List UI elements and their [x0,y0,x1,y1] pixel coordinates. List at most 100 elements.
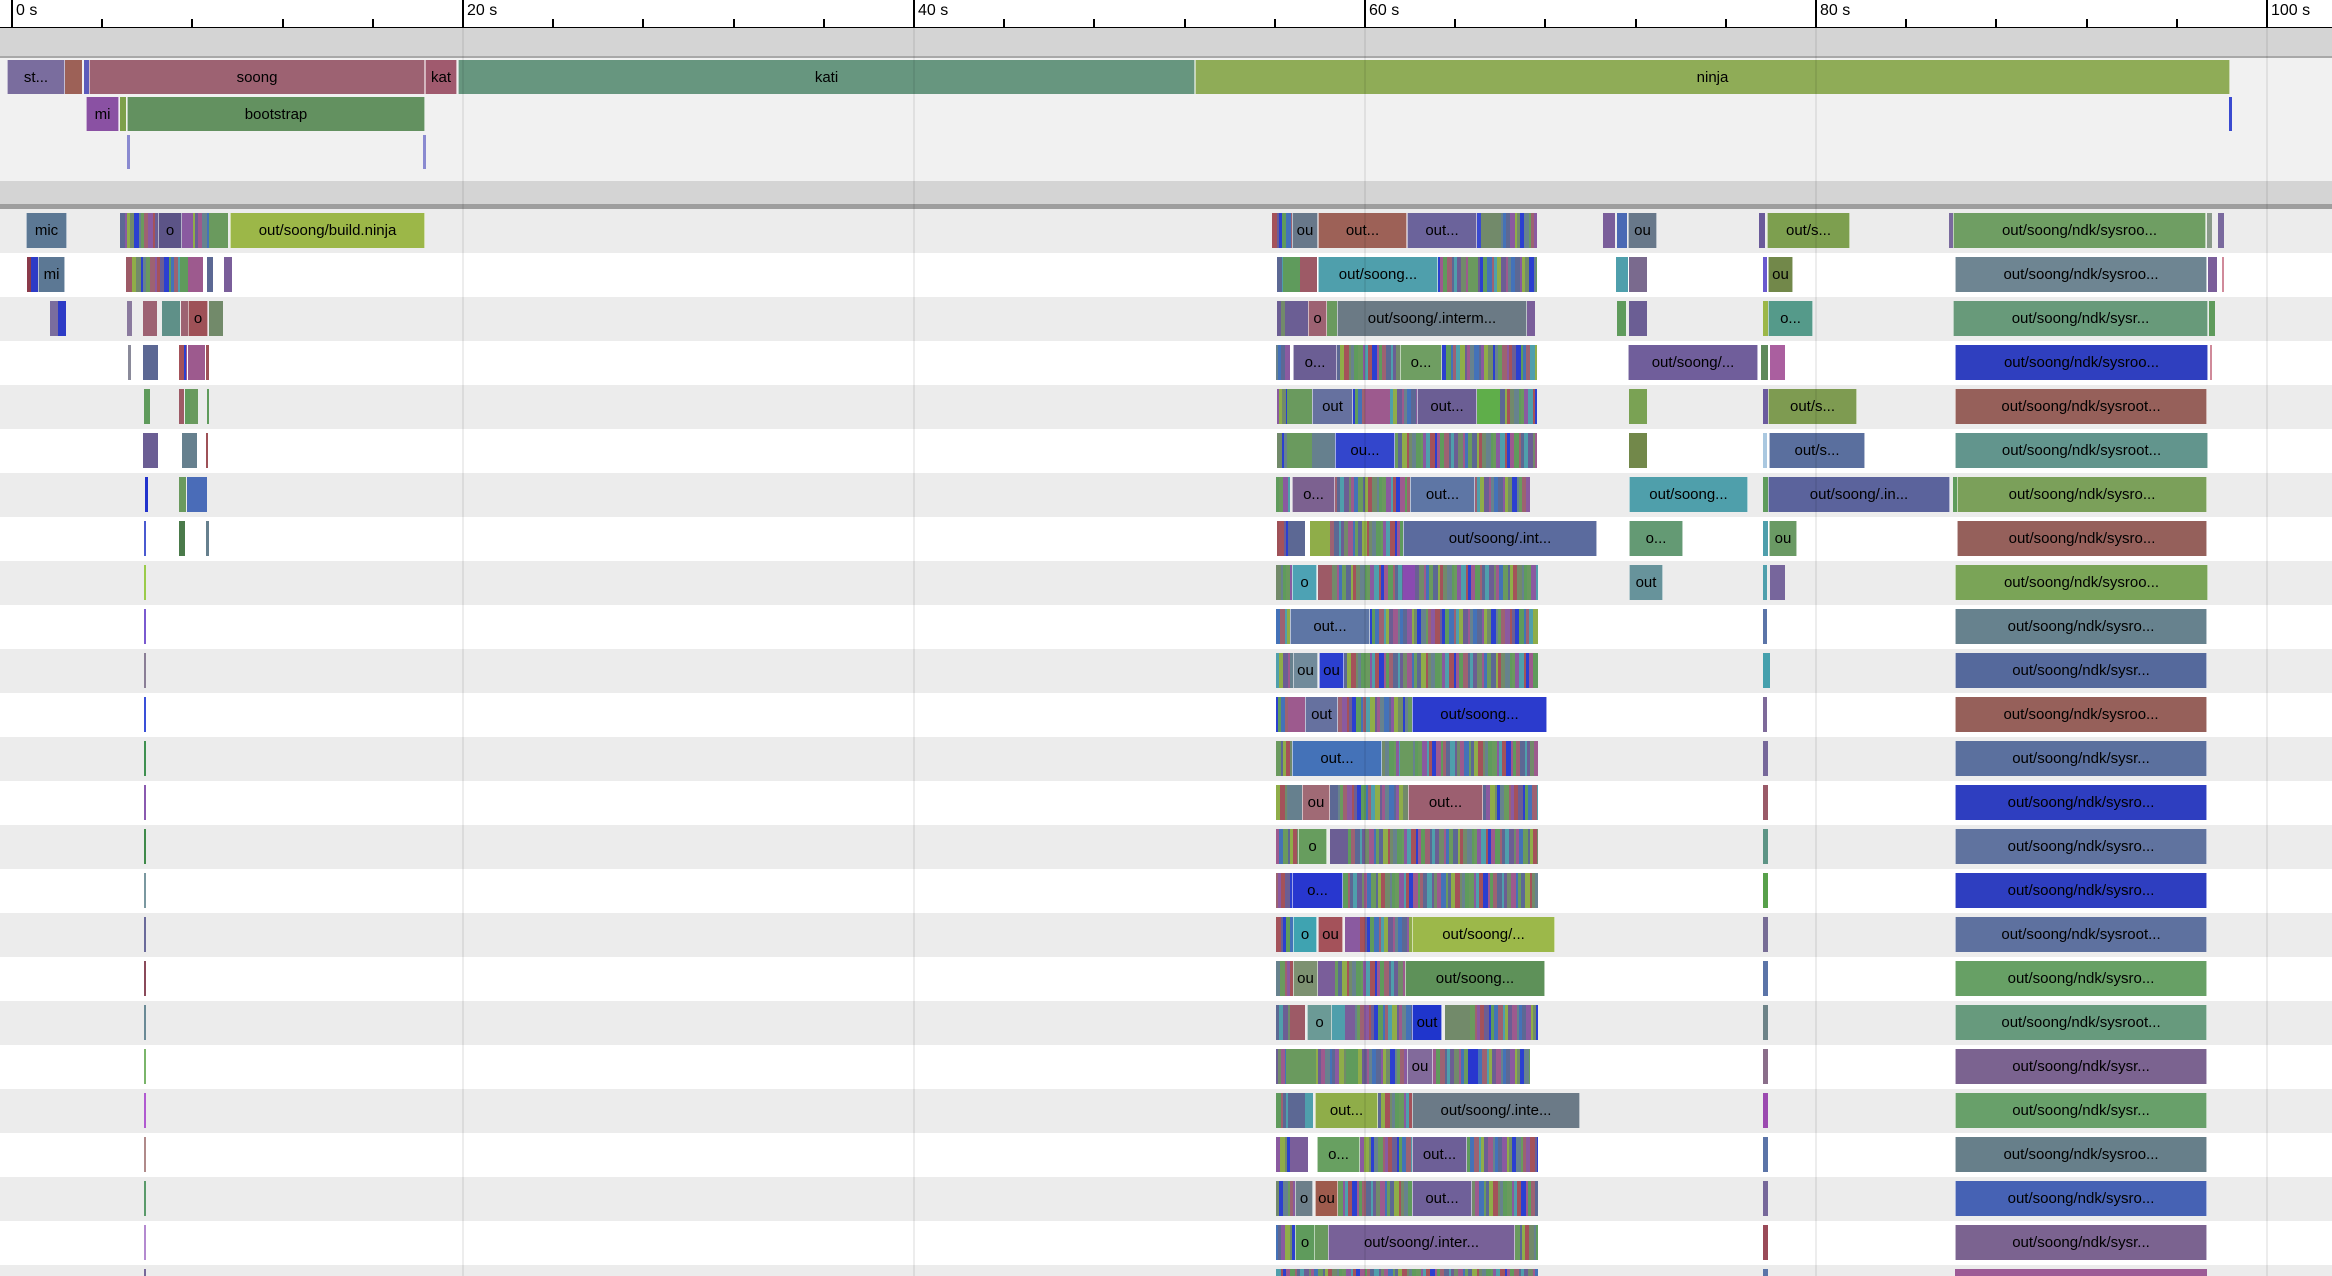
confetti-events[interactable] [1276,653,1293,688]
trace-event[interactable] [1617,301,1626,336]
confetti-events[interactable] [1277,301,1285,336]
trace-event[interactable] [144,961,146,996]
trace-event[interactable] [1312,433,1335,468]
trace-event[interactable] [179,521,185,556]
trace-event[interactable] [1763,609,1767,644]
confetti-events[interactable] [1276,1049,1286,1084]
trace-event[interactable]: out/soong/ndk/sysroo... [1953,213,2206,248]
confetti-events[interactable] [1501,213,1537,248]
trace-event[interactable] [1763,1137,1768,1172]
trace-event[interactable]: out/soong/ndk/sysro... [1955,785,2207,820]
trace-event[interactable]: ou [1407,1049,1433,1084]
trace-event[interactable] [1287,389,1312,424]
trace-event[interactable]: ou [1293,961,1318,996]
trace-event[interactable]: out/soong/ndk/sysr... [1953,301,2208,336]
trace-event[interactable] [1287,433,1312,468]
confetti-events[interactable] [1390,389,1417,424]
trace-event[interactable] [206,521,209,556]
trace-event[interactable]: out/soong/... [1628,345,1758,380]
trace-event[interactable] [1305,1093,1313,1128]
trace-event[interactable]: out/s... [1768,389,1857,424]
trace-event[interactable]: kat [425,60,457,94]
trace-event[interactable] [1285,301,1308,336]
trace-event[interactable]: out... [1417,389,1477,424]
trace-event[interactable] [1468,257,1478,292]
trace-event[interactable] [127,135,130,169]
confetti-events[interactable] [1276,873,1292,908]
trace-event[interactable] [144,1049,146,1084]
trace-event[interactable]: out/soong/ndk/sysroot... [1955,389,2207,424]
trace-event[interactable] [1290,1137,1308,1172]
trace-event[interactable] [144,1181,146,1216]
confetti-events[interactable] [193,213,209,248]
trace-event[interactable] [128,345,131,380]
trace-event[interactable]: out/soong/ndk/sysroo... [1955,345,2208,380]
trace-event[interactable]: out/soong/ndk/sysroot... [1955,917,2207,952]
trace-event[interactable] [209,213,228,248]
trace-event[interactable]: out/soong/ndk/sysro... [1955,609,2207,644]
trace-event[interactable] [144,1005,146,1040]
trace-event[interactable]: ou [1319,653,1344,688]
process-header-band-2[interactable] [0,181,2332,209]
trace-event[interactable]: out/soong/ndk/sysro... [1957,521,2207,556]
trace-event[interactable] [1629,433,1647,468]
trace-event[interactable] [1286,1049,1316,1084]
confetti-events[interactable] [1343,873,1538,908]
trace-event[interactable]: out... [1292,741,1382,776]
trace-event[interactable]: out... [1408,785,1483,820]
trace-event[interactable] [1403,565,1415,600]
confetti-events[interactable] [1472,1181,1538,1216]
trace-event[interactable]: ninja [1195,60,2230,94]
trace-event[interactable]: o... [1317,1137,1360,1172]
confetti-events[interactable] [1475,477,1530,512]
trace-event[interactable] [1327,301,1337,336]
trace-event[interactable] [1318,565,1332,600]
trace-event[interactable] [144,1225,146,1260]
trace-event[interactable] [1770,565,1785,600]
trace-event[interactable] [1288,521,1305,556]
confetti-events[interactable] [1276,1137,1290,1172]
confetti-events[interactable] [1276,345,1290,380]
trace-event[interactable]: out [1629,565,1663,600]
trace-event[interactable] [65,60,82,94]
trace-event[interactable] [1763,961,1768,996]
confetti-events[interactable] [1413,741,1538,776]
trace-event[interactable] [1345,1005,1355,1040]
trace-event[interactable] [1629,301,1647,336]
trace-event[interactable]: o... [1400,345,1442,380]
trace-event[interactable]: bootstrap [127,97,425,131]
confetti-events[interactable] [1338,785,1408,820]
confetti-events[interactable] [1438,257,1468,292]
trace-event[interactable]: out/soong/ndk/sysroo... [1955,257,2207,292]
confetti-events[interactable] [1335,477,1410,512]
trace-event[interactable]: o [1292,565,1317,600]
trace-event[interactable]: o [1308,301,1327,336]
confetti-events[interactable] [1276,1093,1288,1128]
trace-event[interactable]: o... [1292,477,1335,512]
trace-event[interactable] [1283,257,1300,292]
trace-event[interactable] [1310,521,1330,556]
trace-event[interactable]: o... [1768,301,1813,336]
trace-event[interactable]: out/soong/ndk/sysroo... [1955,697,2207,732]
trace-event[interactable] [1763,785,1768,820]
trace-event[interactable] [143,345,158,380]
confetti-events[interactable] [1338,1181,1412,1216]
trace-event[interactable] [1763,1093,1768,1128]
trace-event[interactable]: ou [1292,213,1318,248]
trace-event[interactable]: out/soong/ndk/sysro... [1957,477,2207,512]
confetti-events[interactable] [1279,521,1288,556]
trace-event[interactable]: o [1295,1225,1315,1260]
trace-event[interactable] [2229,97,2232,131]
confetti-events[interactable] [1415,565,1538,600]
trace-event[interactable] [1468,1049,1478,1084]
trace-event[interactable] [1346,1049,1358,1084]
trace-event[interactable] [1481,213,1501,248]
confetti-events[interactable] [1276,1005,1290,1040]
trace-event[interactable]: out/soong... [1405,961,1545,996]
trace-event[interactable] [144,1269,146,1276]
trace-event[interactable] [1763,1225,1768,1260]
confetti-events[interactable] [1338,697,1412,732]
trace-event[interactable] [1763,697,1767,732]
process-header-band-1[interactable] [0,28,2332,58]
confetti-events[interactable] [1378,1093,1412,1128]
